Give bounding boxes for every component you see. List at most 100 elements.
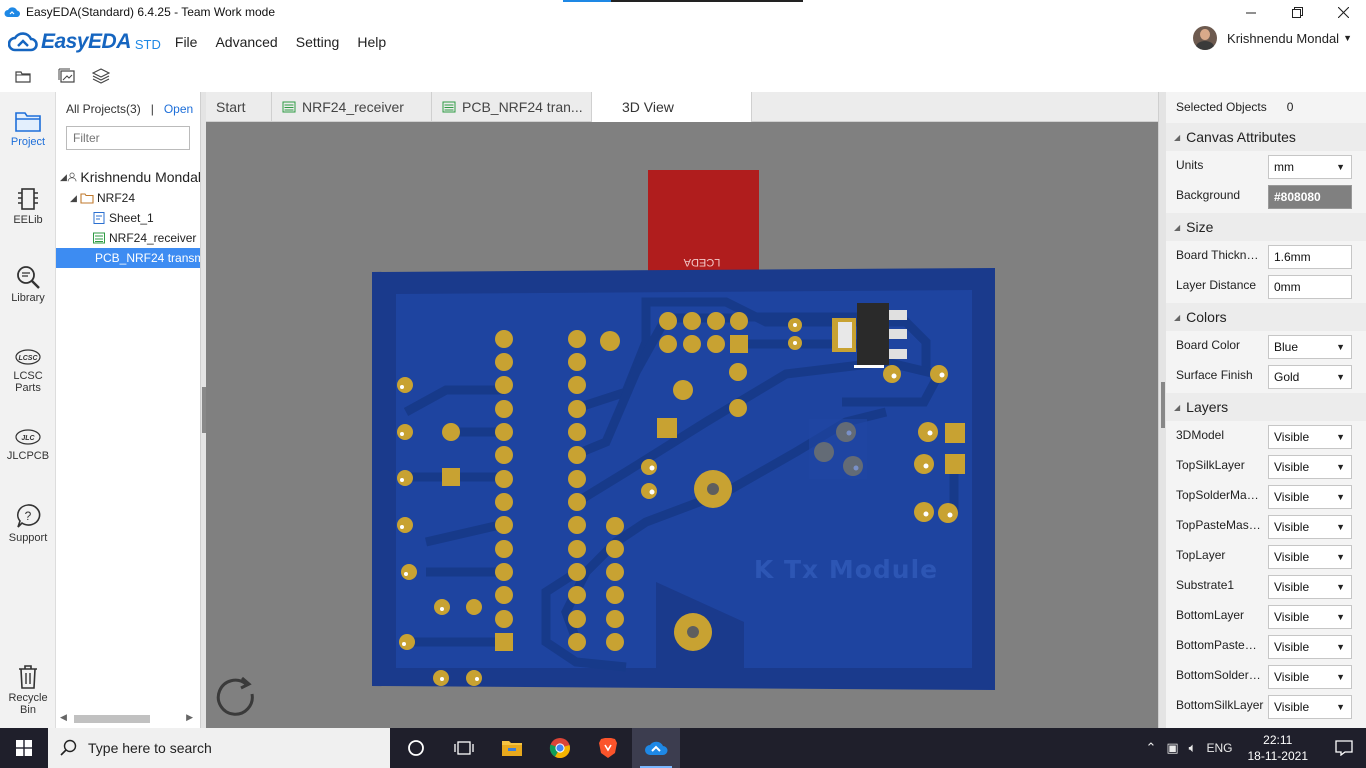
surface-finish-value: Gold bbox=[1274, 370, 1300, 384]
file-explorer-button[interactable] bbox=[488, 728, 536, 768]
header-separator: | bbox=[150, 102, 154, 116]
collapse-triangle-icon: ◢ bbox=[1174, 222, 1181, 232]
3d-view-canvas[interactable]: LCEDA K Tx Module bbox=[206, 122, 1158, 728]
menu-setting[interactable]: Setting bbox=[296, 34, 340, 50]
restore-button[interactable] bbox=[1274, 0, 1320, 24]
section-colors[interactable]: ◢ Colors bbox=[1166, 303, 1366, 331]
layer-visibility-select[interactable]: Visible ▼ bbox=[1268, 425, 1352, 449]
menu-file[interactable]: File bbox=[175, 34, 198, 50]
board-silk-label: K Tx Module bbox=[754, 555, 938, 584]
layer-visibility-value: Visible bbox=[1274, 700, 1310, 714]
layer-visibility-select[interactable]: Visible ▼ bbox=[1268, 605, 1352, 629]
minimize-icon bbox=[1245, 12, 1256, 13]
chrome-button[interactable] bbox=[536, 728, 584, 768]
pcb-3d-render[interactable]: LCEDA K Tx Module bbox=[206, 122, 1158, 728]
surface-finish-select[interactable]: Gold ▼ bbox=[1268, 365, 1352, 389]
brave-button[interactable] bbox=[584, 728, 632, 768]
clock[interactable]: 22:11 18-11-2021 bbox=[1248, 732, 1309, 764]
board-thickness-input[interactable]: 1.6mm bbox=[1268, 245, 1352, 269]
section-colors-title: Colors bbox=[1186, 309, 1227, 325]
user-menu[interactable]: Krishnendu Mondal ▼ bbox=[1193, 26, 1352, 50]
nav-jlcpcb[interactable]: JLC JLCPCB bbox=[0, 426, 56, 462]
rotate-view-icon[interactable] bbox=[212, 674, 260, 722]
tree-item-nrf24-receiver[interactable]: NRF24_receiver bbox=[56, 228, 201, 248]
nav-eelib[interactable]: EELib bbox=[0, 186, 56, 226]
layer-distance-input[interactable]: 0mm bbox=[1268, 275, 1352, 299]
folder-icon bbox=[15, 71, 31, 83]
scroll-thumb[interactable] bbox=[74, 715, 150, 723]
nav-recycle-bin[interactable]: Recycle Bin bbox=[0, 664, 56, 716]
nav-lcsc-parts[interactable]: LCSC LCSC Parts bbox=[0, 346, 56, 394]
tray-overflow-chevron-icon[interactable]: ⌃ bbox=[1145, 740, 1156, 756]
layer-visibility-select[interactable]: Visible ▼ bbox=[1268, 485, 1352, 509]
search-placeholder: Type here to search bbox=[88, 740, 212, 756]
prop-layer-distance: Layer Distance 0mm bbox=[1166, 272, 1366, 302]
menu-help[interactable]: Help bbox=[357, 34, 386, 50]
dropdown-arrow-icon: ▼ bbox=[1336, 462, 1345, 472]
layer-visibility-select[interactable]: Visible ▼ bbox=[1268, 545, 1352, 569]
start-button[interactable] bbox=[0, 728, 48, 768]
scroll-left-icon[interactable]: ◀ bbox=[60, 712, 67, 723]
lcsc-icon: LCSC bbox=[15, 349, 41, 365]
layer-visibility-select[interactable]: Visible ▼ bbox=[1268, 455, 1352, 479]
layer-visibility-select[interactable]: Visible ▼ bbox=[1268, 665, 1352, 689]
tree-item-sheet1[interactable]: Sheet_1 bbox=[56, 208, 201, 228]
splitter-grip[interactable] bbox=[1161, 382, 1165, 428]
units-value: mm bbox=[1274, 160, 1294, 174]
tree-item-owner[interactable]: ◢ Krishnendu Mondal bbox=[56, 166, 201, 188]
project-horizontal-scrollbar[interactable]: ◀ ▶ bbox=[60, 712, 197, 724]
nav-library-label: Library bbox=[11, 292, 45, 304]
background-color-field[interactable]: #808080 bbox=[1268, 185, 1352, 209]
nav-support[interactable]: ? Support bbox=[0, 502, 56, 544]
layer-visibility-select[interactable]: Visible ▼ bbox=[1268, 695, 1352, 719]
network-icon[interactable]: ▣ bbox=[1166, 740, 1178, 756]
layer-visibility-select[interactable]: Visible ▼ bbox=[1268, 635, 1352, 659]
clock-date: 18-11-2021 bbox=[1247, 749, 1309, 763]
volume-icon[interactable]: 🔈︎ bbox=[1189, 740, 1197, 756]
tab-nrf24-receiver[interactable]: NRF24_receiver bbox=[272, 92, 432, 122]
connector-silk-text: LCEDA bbox=[683, 256, 720, 268]
cortana-button[interactable] bbox=[392, 728, 440, 768]
easyeda-taskbar-button[interactable] bbox=[632, 728, 680, 768]
right-panel-splitter[interactable] bbox=[1158, 92, 1166, 728]
tab-3d-view[interactable]: 3D View bbox=[592, 92, 752, 122]
cortana-icon bbox=[408, 740, 424, 756]
close-button[interactable] bbox=[1320, 0, 1366, 24]
layer-visibility-value: Visible bbox=[1274, 580, 1310, 594]
filter-input[interactable] bbox=[66, 126, 190, 150]
notifications-button[interactable] bbox=[1322, 728, 1366, 768]
notification-icon bbox=[1335, 740, 1353, 756]
project-panel: All Projects(3) | Open ◢ Krishnendu Mondal… bbox=[56, 92, 201, 728]
scroll-right-icon[interactable]: ▶ bbox=[186, 712, 193, 723]
minimize-button[interactable] bbox=[1228, 0, 1274, 24]
nav-project[interactable]: Project bbox=[0, 108, 56, 148]
easyeda-logo[interactable]: EasyEDA STD bbox=[8, 30, 161, 54]
tree-item-nrf24[interactable]: ◢ NRF24 bbox=[56, 188, 201, 208]
tree-nrf24-label: NRF24 bbox=[97, 191, 136, 205]
units-select[interactable]: mm ▼ bbox=[1268, 155, 1352, 179]
layer-visibility-select[interactable]: Visible ▼ bbox=[1268, 575, 1352, 599]
tab-start[interactable]: Start bbox=[206, 92, 272, 122]
menu-advanced[interactable]: Advanced bbox=[215, 34, 277, 50]
tab-pcb-transmitter[interactable]: PCB_NRF24 tran... bbox=[432, 92, 592, 122]
section-layers[interactable]: ◢ Layers bbox=[1166, 393, 1366, 421]
export-image-button[interactable] bbox=[56, 65, 78, 87]
tree-item-pcb-transmitter[interactable]: PCB_NRF24 transmitter bbox=[56, 248, 201, 268]
all-projects-link[interactable]: All Projects(3) bbox=[66, 102, 141, 116]
nav-library[interactable]: Library bbox=[0, 264, 56, 304]
section-size[interactable]: ◢ Size bbox=[1166, 213, 1366, 241]
language-indicator[interactable]: ENG bbox=[1206, 741, 1232, 755]
open-link[interactable]: Open bbox=[164, 102, 193, 116]
layers-button[interactable] bbox=[90, 65, 112, 87]
task-view-button[interactable] bbox=[440, 728, 488, 768]
board-color-select[interactable]: Blue ▼ bbox=[1268, 335, 1352, 359]
taskbar-search-box[interactable]: Type here to search bbox=[48, 728, 390, 768]
layer-name-label: Substrate1 bbox=[1176, 578, 1235, 592]
dropdown-arrow-icon: ▼ bbox=[1336, 522, 1345, 532]
tab-start-label: Start bbox=[216, 99, 246, 115]
section-canvas-attributes[interactable]: ◢ Canvas Attributes bbox=[1166, 123, 1366, 151]
layer-visibility-select[interactable]: Visible ▼ bbox=[1268, 515, 1352, 539]
prop-surface-finish: Surface Finish Gold ▼ bbox=[1166, 362, 1366, 392]
document-tabs: Start NRF24_receiver PCB_NRF24 tran... 3… bbox=[206, 92, 1158, 122]
open-folder-button[interactable] bbox=[12, 65, 34, 87]
